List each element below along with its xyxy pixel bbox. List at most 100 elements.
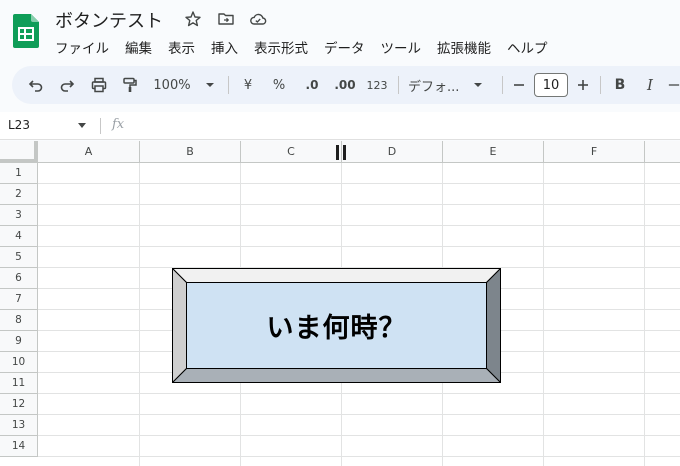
row-header[interactable]: 8 [0, 310, 38, 331]
bevel-bottom [172, 368, 501, 383]
strikethrough-button[interactable] [668, 66, 680, 104]
title-bar: ボタンテスト ファイル 編集 表示 挿入 表示形式 データ ツール 拡張機能 ヘ… [0, 0, 680, 62]
cloud-saved-icon[interactable] [249, 10, 267, 28]
formula-bar: L23 fx [0, 112, 680, 140]
row-header[interactable]: 10 [0, 352, 38, 373]
font-size-input[interactable]: 10 [534, 73, 568, 97]
column-header-g[interactable] [645, 141, 680, 163]
font-select[interactable]: デフォ... [408, 66, 492, 104]
grid-line [38, 204, 680, 205]
percent-label: % [272, 77, 286, 93]
column-header-f[interactable]: F [544, 141, 645, 163]
decrease-font-size-button[interactable] [510, 66, 528, 104]
menu-format[interactable]: 表示形式 [254, 37, 308, 57]
minus-icon [514, 84, 524, 86]
column-resize-handle[interactable] [336, 145, 339, 160]
strikethrough-icon [668, 84, 680, 86]
more-formats-button[interactable]: 123 [364, 66, 390, 104]
undo-icon [28, 80, 43, 92]
row-header[interactable]: 3 [0, 205, 38, 226]
toolbar: 100% ¥ % .0 .00 123 デフォ... 10 B I [12, 66, 680, 104]
grid-line [38, 225, 680, 226]
column-header-b[interactable]: B [140, 141, 241, 163]
chevron-down-icon[interactable] [78, 123, 86, 128]
menu-bar: ファイル 編集 表示 挿入 表示形式 データ ツール 拡張機能 ヘルプ [55, 37, 548, 57]
chevron-down-icon [474, 83, 483, 87]
currency-format-button[interactable]: ¥ [238, 66, 258, 104]
menu-edit[interactable]: 編集 [125, 37, 152, 57]
document-title[interactable]: ボタンテスト [55, 7, 163, 33]
column-resize-handle[interactable] [343, 145, 346, 160]
grid-line [38, 246, 680, 247]
menu-extensions[interactable]: 拡張機能 [437, 37, 491, 57]
italic-button[interactable]: I [640, 66, 660, 104]
bevel-left [172, 268, 187, 383]
fx-icon: fx [112, 117, 125, 132]
grid-line [38, 393, 680, 394]
formula-bar-divider [100, 118, 101, 134]
increase-decimal-label: .00 [334, 78, 356, 92]
currency-label: ¥ [243, 77, 253, 93]
number-format-label: 123 [366, 78, 388, 92]
paint-format-button[interactable] [118, 66, 142, 104]
select-all-corner[interactable] [0, 141, 38, 163]
bevel-right [486, 268, 501, 383]
print-button[interactable] [87, 66, 111, 104]
name-box[interactable]: L23 [8, 118, 30, 132]
grid-line [38, 414, 680, 415]
row-header[interactable]: 11 [0, 373, 38, 394]
decrease-decimal-button[interactable]: .0 [300, 66, 324, 104]
row-header[interactable]: 2 [0, 184, 38, 205]
increase-font-size-button[interactable] [574, 66, 592, 104]
row-header[interactable]: 13 [0, 415, 38, 436]
grid-line [38, 183, 680, 184]
menu-tools[interactable]: ツール [381, 37, 422, 57]
toolbar-divider [502, 76, 503, 94]
grid-line [38, 456, 680, 457]
bevel-top [172, 268, 501, 283]
toolbar-divider [398, 76, 399, 94]
star-icon[interactable] [184, 10, 202, 28]
row-header[interactable]: 9 [0, 331, 38, 352]
print-icon [91, 77, 107, 93]
column-header-d[interactable]: D [342, 141, 443, 163]
chevron-down-icon [205, 83, 214, 87]
decrease-decimal-label: .0 [305, 78, 319, 92]
paint-format-icon [123, 77, 137, 92]
bold-label: B [614, 77, 626, 93]
redo-button[interactable] [55, 66, 79, 104]
redo-icon [60, 80, 75, 92]
sheets-logo-icon[interactable] [13, 14, 39, 48]
font-name: デフォ... [408, 79, 460, 95]
zoom-value: 100% [153, 77, 191, 93]
column-header-c[interactable]: C [241, 141, 342, 163]
drawing-button-label[interactable]: いま何時？ [186, 282, 487, 369]
row-header[interactable]: 4 [0, 226, 38, 247]
grid-line [38, 435, 680, 436]
undo-button[interactable] [24, 66, 48, 104]
bold-button[interactable]: B [610, 66, 630, 104]
row-header[interactable]: 7 [0, 289, 38, 310]
row-header[interactable]: 14 [0, 436, 38, 457]
grid-line [543, 163, 544, 466]
row-header[interactable]: 5 [0, 247, 38, 268]
menu-file[interactable]: ファイル [55, 37, 109, 57]
menu-insert[interactable]: 挿入 [211, 37, 238, 57]
menu-view[interactable]: 表示 [168, 37, 195, 57]
column-header-a[interactable]: A [38, 141, 140, 163]
increase-decimal-button[interactable]: .00 [330, 66, 360, 104]
grid-line [644, 163, 645, 466]
percent-format-button[interactable]: % [269, 66, 289, 104]
row-header[interactable]: 6 [0, 268, 38, 289]
row-header[interactable]: 12 [0, 394, 38, 415]
menu-data[interactable]: データ [324, 37, 365, 57]
toolbar-divider [228, 76, 229, 94]
italic-label: I [647, 76, 653, 94]
toolbar-divider [600, 76, 601, 94]
move-folder-icon[interactable] [217, 10, 235, 28]
plus-icon [578, 80, 588, 90]
column-header-e[interactable]: E [443, 141, 544, 163]
zoom-select[interactable]: 100% [152, 66, 218, 104]
row-header[interactable]: 1 [0, 163, 38, 184]
menu-help[interactable]: ヘルプ [507, 37, 548, 57]
